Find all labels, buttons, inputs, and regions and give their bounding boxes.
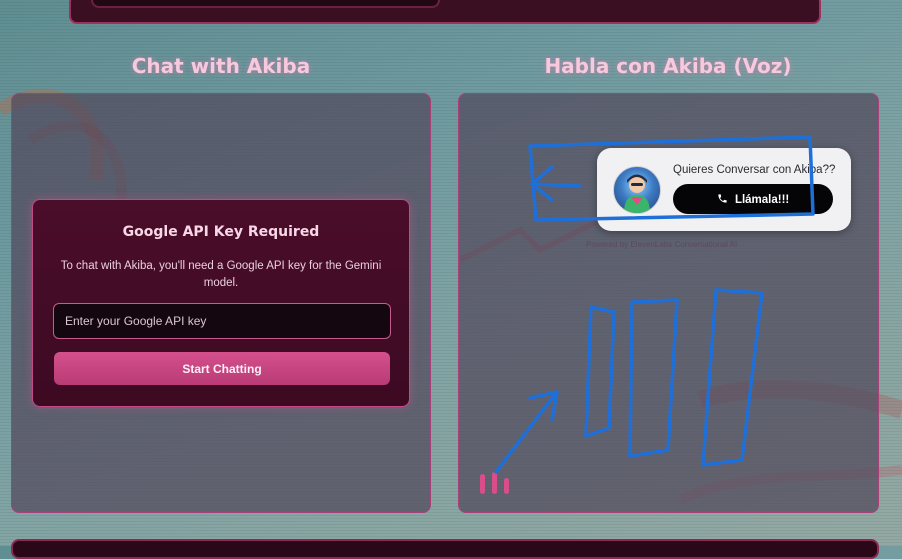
start-chatting-button[interactable]: Start Chatting bbox=[54, 352, 390, 385]
voice-level-bar bbox=[504, 478, 509, 494]
call-akiba-button[interactable]: Llámala!!! bbox=[673, 184, 833, 214]
avatar-illustration-icon bbox=[624, 174, 650, 213]
akiba-avatar bbox=[613, 166, 661, 214]
voice-level-bar bbox=[480, 474, 485, 494]
bottom-panel bbox=[11, 539, 879, 559]
top-panel-input bbox=[91, 0, 440, 8]
api-key-card: Google API Key Required To chat with Aki… bbox=[32, 199, 410, 407]
voice-section-title: Habla con Akiba (Voz) bbox=[544, 54, 792, 78]
call-button-label: Llámala!!! bbox=[734, 193, 790, 206]
api-key-description: To chat with Akiba, you'll need a Google… bbox=[60, 260, 382, 289]
api-key-input[interactable] bbox=[53, 303, 391, 339]
chat-section-title: Chat with Akiba bbox=[131, 54, 311, 78]
api-key-title: Google API Key Required bbox=[122, 224, 320, 240]
call-question-text: Quieres Conversar con Akiba?? bbox=[673, 164, 836, 176]
phone-icon bbox=[717, 193, 728, 206]
powered-by-text: Powered by ElevenLabs Conversational AI bbox=[586, 240, 738, 249]
call-widget: Quieres Conversar con Akiba?? Llámala!!! bbox=[597, 148, 851, 231]
top-panel bbox=[69, 0, 821, 24]
voice-level-bar bbox=[492, 472, 497, 494]
voice-level-indicator bbox=[480, 468, 514, 494]
